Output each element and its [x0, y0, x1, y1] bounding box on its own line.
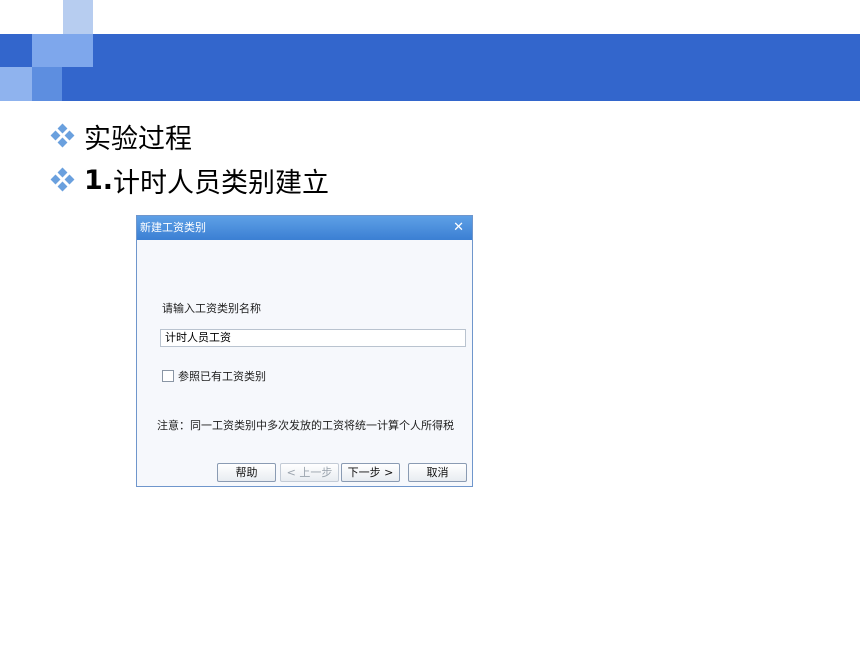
category-name-label: 请输入工资类别名称 — [162, 302, 261, 315]
bullet-text: 计时人员类别建立 — [113, 167, 330, 199]
tax-note: 注意：同一工资类别中多次发放的工资将统一计算个人所得税 — [157, 419, 454, 432]
new-salary-category-dialog: 新建工资类别 ✕ 请输入工资类别名称 计时人员工资 参照已有工资类别 注意：同一… — [136, 215, 473, 487]
header-bar — [0, 34, 860, 101]
close-icon[interactable]: ✕ — [453, 216, 464, 240]
dialog-titlebar: 新建工资类别 ✕ — [137, 216, 472, 240]
bullet-number: 1. — [84, 164, 114, 196]
header-decor-square — [32, 67, 62, 101]
cancel-button[interactable]: 取消 — [408, 463, 467, 482]
bullet-text: 实验过程 — [84, 123, 192, 155]
bullet-item: 实验过程 — [50, 119, 192, 155]
checkbox-label: 参照已有工资类别 — [178, 370, 266, 383]
header-decor-square — [63, 0, 93, 34]
category-name-input[interactable]: 计时人员工资 — [160, 329, 466, 347]
reference-existing-checkbox-row[interactable]: 参照已有工资类别 — [162, 368, 266, 384]
reference-existing-checkbox[interactable] — [162, 370, 174, 382]
help-button[interactable]: 帮助 — [217, 463, 276, 482]
next-button[interactable]: 下一步 > — [341, 463, 400, 482]
diamond-bullet-icon — [50, 123, 75, 148]
header-decor-square — [32, 34, 93, 67]
dialog-title: 新建工资类别 — [140, 221, 206, 234]
bullet-item: 1. 计时人员类别建立 — [50, 163, 330, 199]
diamond-bullet-icon — [50, 167, 75, 192]
previous-button[interactable]: < 上一步 — [280, 463, 339, 482]
